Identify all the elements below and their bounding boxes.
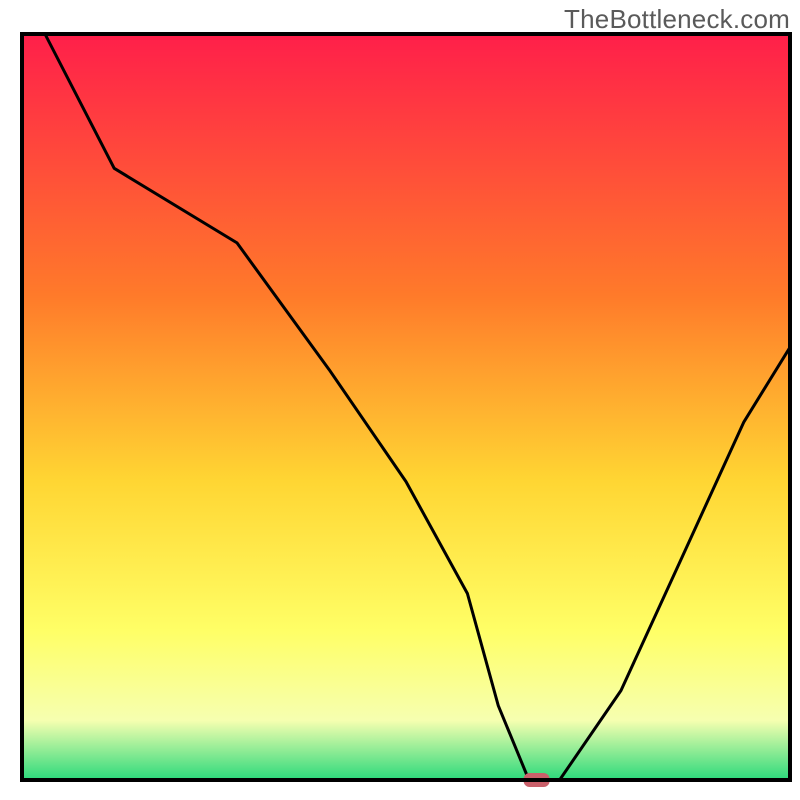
bottleneck-chart — [0, 0, 800, 800]
watermark-text: TheBottleneck.com — [564, 4, 790, 35]
plot-area — [22, 34, 790, 787]
gradient-background — [22, 34, 790, 780]
chart-container: TheBottleneck.com — [0, 0, 800, 800]
